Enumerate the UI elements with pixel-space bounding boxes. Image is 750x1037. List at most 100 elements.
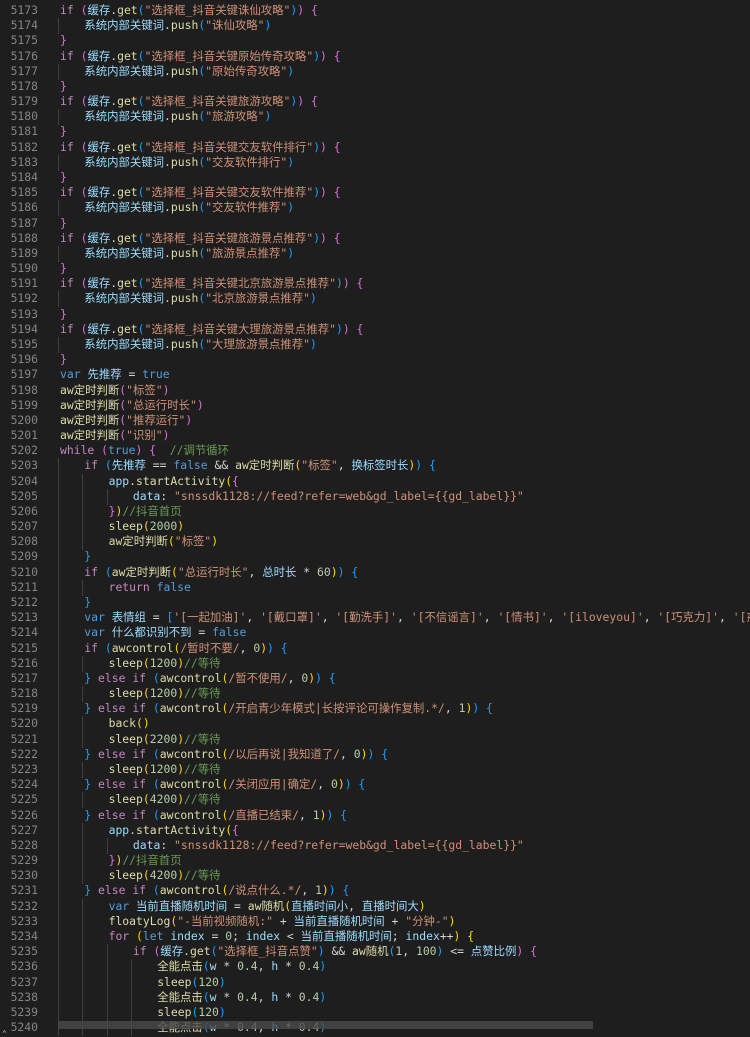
line-number: 5208: [10, 534, 38, 549]
code-line[interactable]: 5176 if (缓存.get("选择框_抖音关键原始传奇攻略")) {: [0, 49, 750, 64]
code-line[interactable]: 5233 floatyLog("-当前视频随机:" + 当前直播随机时间 + "分…: [0, 913, 750, 930]
code-editor[interactable]: 5173 if (缓存.get("选择框_抖音关键诛仙攻略")) {5174 系统内…: [0, 0, 750, 1037]
code-line[interactable]: 5198 aw定时判断("标签"): [0, 383, 750, 398]
code-line[interactable]: 5213 var 表情组 = ['[一起加油]', '[戴口罩]', '[勤洗手]…: [0, 610, 750, 627]
code-line[interactable]: 5178}: [0, 79, 750, 94]
code-line[interactable]: 5229})//抖音首页: [0, 853, 750, 870]
code-text: if (缓存.get("选择框_抖音关键诛仙攻略")) {: [60, 3, 318, 18]
code-line[interactable]: 5202 while (true) { //调节循环: [0, 443, 750, 458]
code-line[interactable]: 5222} else if (awcontrol(/以后再说|我知道了/, 0)…: [0, 746, 750, 763]
code-line[interactable]: 5217} else if (awcontrol(/暂不使用/, 0)) {: [0, 670, 750, 687]
code-line[interactable]: 5179 if (缓存.get("选择框_抖音关键旅游攻略")) {: [0, 94, 750, 109]
code-token: '[勤洗手]': [335, 610, 398, 625]
code-line[interactable]: 5194 if (缓存.get("选择框_抖音关键大理旅游景点推荐")) {: [0, 322, 750, 337]
code-line[interactable]: 5182 if (缓存.get("选择框_抖音关键交友软件排行")) {: [0, 140, 750, 155]
code-line[interactable]: 5195 系统内部关键词.push("大理旅游景点推荐"): [0, 336, 750, 353]
code-line[interactable]: 5214 var 什么都识别不到 = false: [0, 625, 750, 642]
horizontal-scrollbar[interactable]: [58, 1021, 593, 1029]
indent-guide: [58, 837, 59, 854]
code-line[interactable]: 5186 系统内部关键词.push("交友软件推荐"): [0, 200, 750, 217]
line-number: 5184: [10, 169, 38, 184]
code-token: if: [132, 670, 147, 685]
code-line[interactable]: 5219} else if (awcontrol(/开启青少年模式|长按评论可操…: [0, 701, 750, 718]
code-line[interactable]: 5190}: [0, 261, 750, 276]
code-text: 系统内部关键词.push("诛仙攻略"): [84, 18, 271, 33]
indent-guide: [82, 792, 84, 809]
code-line[interactable]: 5183 系统内部关键词.push("交友软件排行"): [0, 154, 750, 171]
code-token: if: [60, 276, 74, 291]
code-line[interactable]: 5191 if (缓存.get("选择框_抖音关键北京旅游景点推荐")) {: [0, 276, 750, 291]
line-number: 5177: [10, 63, 38, 78]
code-line[interactable]: 5208 aw定时判断("标签"): [0, 534, 750, 551]
code-token: get: [117, 94, 138, 109]
code-token: =: [191, 625, 213, 640]
code-line[interactable]: 5193}: [0, 307, 750, 322]
code-token: 4200: [149, 868, 178, 883]
code-line[interactable]: 5216 sleep(1200)//等待: [0, 655, 750, 672]
code-line[interactable]: 5181}: [0, 124, 750, 139]
code-line[interactable]: 5203 if (先推荐 == false && aw定时判断("标签", 换标签…: [0, 458, 750, 475]
code-text: if (先推荐 == false && aw定时判断("标签", 换标签时长))…: [84, 458, 436, 473]
code-token: =: [227, 898, 248, 913]
code-token: false: [212, 625, 247, 640]
code-token: index: [405, 928, 440, 943]
code-line[interactable]: 5200 aw定时判断("推荐运行"): [0, 413, 750, 428]
code-token: sleep: [108, 519, 143, 534]
indent-guide: [82, 716, 84, 733]
indent-guide: [82, 989, 84, 1006]
code-line[interactable]: 5184}: [0, 170, 750, 185]
code-line[interactable]: 5207 sleep(2000): [0, 519, 750, 536]
code-line[interactable]: 5231} else if (awcontrol(/说点什么.*/, 1)) {: [0, 883, 750, 900]
code-token: var: [84, 610, 105, 625]
code-line[interactable]: 5234 for (let index = 0; index < 当前直播随机时间…: [0, 928, 750, 945]
code-line[interactable]: 5221 sleep(2200)//等待: [0, 731, 750, 748]
code-line[interactable]: 5236 全能点击(w * 0.4, h * 0.4): [0, 959, 750, 976]
code-line[interactable]: 5238 全能点击(w * 0.4, h * 0.4): [0, 989, 750, 1006]
code-line[interactable]: 5225 sleep(4200)//等待: [0, 792, 750, 809]
code-token: *: [278, 959, 299, 974]
code-token: ): [342, 276, 350, 291]
code-line[interactable]: 5173 if (缓存.get("选择框_抖音关键诛仙攻略")) {: [0, 3, 750, 18]
code-line[interactable]: 5232 var 当前直播随机时间 = aw随机(直播时间小, 直播时间大): [0, 898, 750, 915]
code-line[interactable]: 5226} else if (awcontrol(/直播已结束/, 1)) {: [0, 807, 750, 824]
code-token: sleep: [108, 792, 143, 807]
code-token: 120: [198, 1004, 219, 1019]
code-line[interactable]: 5201 aw定时判断("识别"): [0, 428, 750, 443]
code-line[interactable]: 5237 sleep(120): [0, 974, 750, 991]
code-line[interactable]: 5187}: [0, 216, 750, 231]
code-line[interactable]: 5227 app.startActivity({: [0, 822, 750, 839]
code-line[interactable]: 5180 系统内部关键词.push("旅游攻略"): [0, 109, 750, 126]
code-line[interactable]: 5220 back(): [0, 716, 750, 733]
code-token: 1: [312, 807, 320, 822]
code-line[interactable]: 5228 data: "snssdk1128://feed?refer=web&g…: [0, 837, 750, 854]
code-line[interactable]: 5197 var 先推荐 = true: [0, 367, 750, 382]
code-token: 表情组: [111, 610, 146, 625]
code-line[interactable]: 5204 app.startActivity({: [0, 473, 750, 490]
code-line[interactable]: 5177 系统内部关键词.push("原始传奇攻略"): [0, 63, 750, 80]
code-line[interactable]: 5205 data: "snssdk1128://feed?refer=web&g…: [0, 488, 750, 505]
code-line[interactable]: 5239 sleep(120): [0, 1004, 750, 1021]
code-line[interactable]: 5223 sleep(1200)//等待: [0, 762, 750, 778]
code-line[interactable]: 5209}: [0, 549, 750, 566]
code-line[interactable]: 5215 if (awcontrol(/暂时不要/, 0)) {: [0, 640, 750, 657]
code-line[interactable]: 5235 if (缓存.get("选择框_抖音点赞") && aw随机(1, 10…: [0, 944, 750, 961]
code-line[interactable]: 5211 return false: [0, 579, 750, 596]
code-token: ,: [248, 564, 263, 579]
code-token: //等待: [184, 686, 221, 701]
code-line[interactable]: 5230 sleep(4200)//等待: [0, 868, 750, 885]
code-line[interactable]: 5212}: [0, 595, 750, 612]
code-line[interactable]: 5224} else if (awcontrol(/关闭应用|确定/, 0)) …: [0, 777, 750, 794]
code-line[interactable]: 5174 系统内部关键词.push("诛仙攻略"): [0, 18, 750, 35]
code-line[interactable]: 5175}: [0, 33, 750, 48]
code-line[interactable]: 5206})//抖音首页: [0, 503, 750, 520]
code-line[interactable]: 5199 aw定时判断("总运行时长"): [0, 398, 750, 413]
code-line[interactable]: 5189 系统内部关键词.push("旅游景点推荐"): [0, 245, 750, 262]
code-line[interactable]: 5218 sleep(1200)//等待: [0, 686, 750, 703]
code-line[interactable]: 5196}: [0, 352, 750, 367]
code-line[interactable]: 5192 系统内部关键词.push("北京旅游景点推荐"): [0, 291, 750, 308]
code-line[interactable]: 5210 if (aw定时判断("总运行时长", 总时长 * 60)) {: [0, 564, 750, 581]
code-line[interactable]: 5185 if (缓存.get("选择框_抖音关键交友软件推荐")) {: [0, 185, 750, 200]
code-line[interactable]: 5188 if (缓存.get("选择框_抖音关键旅游景点推荐")) {: [0, 231, 750, 246]
